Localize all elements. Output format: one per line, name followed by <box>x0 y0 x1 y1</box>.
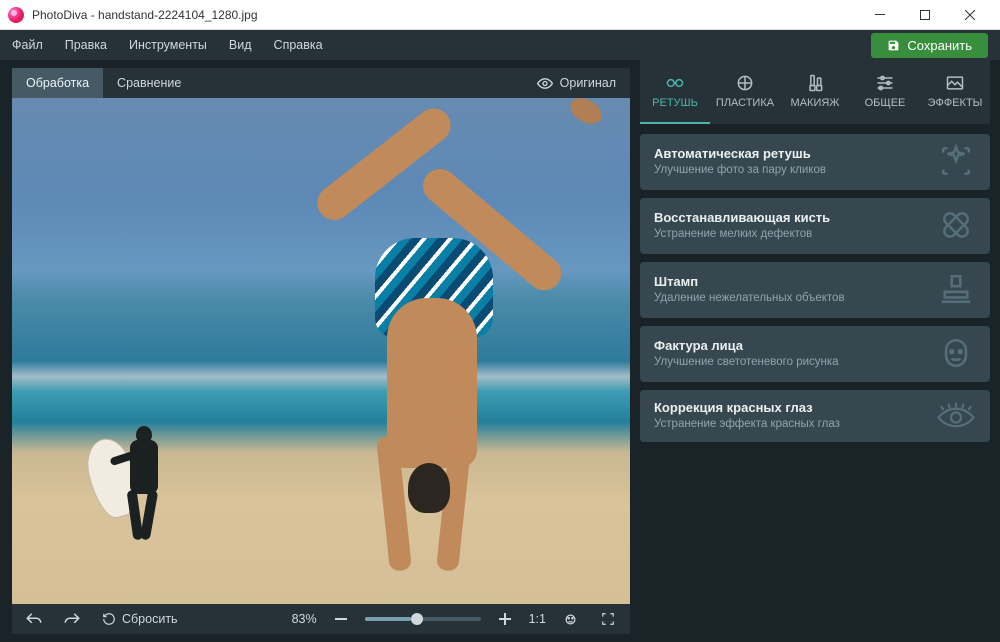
zoom-slider[interactable] <box>365 617 481 621</box>
mode-tabbar: РЕТУШЬ ПЛАСТИКА МАКИЯЖ ОБЩЕЕ ЭФФЕКТЫ <box>640 60 990 124</box>
zoom-1to1-button[interactable]: 1:1 <box>529 612 546 626</box>
left-tabbar: Обработка Сравнение Оригинал <box>12 68 630 98</box>
undo-button[interactable] <box>20 606 48 632</box>
fullscreen-icon <box>601 612 615 626</box>
original-toggle[interactable]: Оригинал <box>523 76 630 90</box>
undo-icon <box>25 612 43 626</box>
mode-tab-effects[interactable]: ЭФФЕКТЫ <box>920 60 990 124</box>
menu-view[interactable]: Вид <box>229 38 252 52</box>
app-root: Файл Правка Инструменты Вид Справка Сохр… <box>0 30 1000 642</box>
tool-red-eye[interactable]: Коррекция красных глаз Устранение эффект… <box>640 390 990 442</box>
window-titlebar: PhotoDiva - handstand-2224104_1280.jpg <box>0 0 1000 30</box>
tool-desc: Улучшение фото за пару кликов <box>654 164 826 176</box>
bandage-icon <box>936 208 976 242</box>
tool-desc: Улучшение светотеневого рисунка <box>654 356 839 368</box>
tool-healing-brush[interactable]: Восстанавливающая кисть Устранение мелки… <box>640 198 990 254</box>
minus-icon <box>335 618 347 620</box>
liquify-icon <box>735 73 755 93</box>
tool-title: Восстанавливающая кисть <box>654 210 830 225</box>
window-minimize-button[interactable] <box>857 1 902 29</box>
eye-rays-icon <box>936 401 976 429</box>
fullscreen-button[interactable] <box>594 606 622 632</box>
mode-tab-liquify[interactable]: ПЛАСТИКА <box>710 60 780 124</box>
redo-button[interactable] <box>58 606 86 632</box>
redo-icon <box>63 612 81 626</box>
save-button[interactable]: Сохранить <box>871 33 988 58</box>
right-pane: РЕТУШЬ ПЛАСТИКА МАКИЯЖ ОБЩЕЕ ЭФФЕКТЫ <box>640 60 1000 642</box>
menu-edit[interactable]: Правка <box>65 38 107 52</box>
canvas-bottombar: Сбросить 83% 1:1 <box>12 604 630 634</box>
tool-desc: Устранение мелких дефектов <box>654 228 830 240</box>
mode-tab-makeup[interactable]: МАКИЯЖ <box>780 60 850 124</box>
zoom-in-button[interactable] <box>491 606 519 632</box>
plus-icon <box>499 613 511 625</box>
face-fit-icon <box>563 612 578 627</box>
effects-icon <box>945 73 965 93</box>
window-close-button[interactable] <box>947 1 992 29</box>
reset-icon <box>102 612 116 626</box>
view-tabs: Обработка Сравнение <box>12 68 195 98</box>
tool-face-texture[interactable]: Фактура лица Улучшение светотеневого рис… <box>640 326 990 382</box>
stamp-icon <box>936 272 976 306</box>
window-controls <box>857 1 992 29</box>
window-title: PhotoDiva - handstand-2224104_1280.jpg <box>32 8 857 22</box>
fit-to-screen-button[interactable] <box>556 606 584 632</box>
mode-tab-label: РЕТУШЬ <box>652 97 698 109</box>
menu-file[interactable]: Файл <box>12 38 43 52</box>
tool-clone-stamp[interactable]: Штамп Удаление нежелательных объектов <box>640 262 990 318</box>
menubar: Файл Правка Инструменты Вид Справка Сохр… <box>0 30 1000 60</box>
face-icon <box>936 336 976 370</box>
original-toggle-label: Оригинал <box>560 76 616 90</box>
save-icon <box>887 39 900 52</box>
mode-tab-label: ОБЩЕЕ <box>865 97 906 109</box>
image-canvas[interactable] <box>12 98 630 604</box>
tool-auto-retouch[interactable]: Автоматическая ретушь Улучшение фото за … <box>640 134 990 190</box>
tool-title: Штамп <box>654 274 845 289</box>
tool-list: Автоматическая ретушь Улучшение фото за … <box>640 124 990 452</box>
reset-button-label: Сбросить <box>122 612 178 626</box>
reset-button[interactable]: Сбросить <box>96 612 184 626</box>
eye-icon <box>537 78 553 89</box>
retouch-icon <box>665 73 685 93</box>
sliders-icon <box>875 73 895 93</box>
canvas-decor <box>102 426 182 546</box>
left-pane: Обработка Сравнение Оригинал <box>0 60 640 642</box>
menubar-left: Файл Правка Инструменты Вид Справка <box>12 38 323 52</box>
zoom-value: 83% <box>292 612 317 626</box>
mode-tab-general[interactable]: ОБЩЕЕ <box>850 60 920 124</box>
mode-tab-retouch[interactable]: РЕТУШЬ <box>640 60 710 124</box>
menu-instruments[interactable]: Инструменты <box>129 38 207 52</box>
menu-help[interactable]: Справка <box>274 38 323 52</box>
tab-compare[interactable]: Сравнение <box>103 68 195 98</box>
window-maximize-button[interactable] <box>902 1 947 29</box>
mode-tab-label: МАКИЯЖ <box>791 97 840 109</box>
save-button-label: Сохранить <box>907 38 972 53</box>
tool-desc: Удаление нежелательных объектов <box>654 292 845 304</box>
tool-desc: Устранение эффекта красных глаз <box>654 418 840 430</box>
zoom-out-button[interactable] <box>327 606 355 632</box>
app-logo <box>8 7 24 23</box>
sparkle-icon <box>936 144 976 178</box>
workspace: Обработка Сравнение Оригинал <box>0 60 1000 642</box>
mode-tab-label: ЭФФЕКТЫ <box>928 97 983 109</box>
tool-title: Фактура лица <box>654 338 839 353</box>
tool-title: Коррекция красных глаз <box>654 400 840 415</box>
tool-title: Автоматическая ретушь <box>654 146 826 161</box>
tab-processing[interactable]: Обработка <box>12 68 103 98</box>
mode-tab-label: ПЛАСТИКА <box>716 97 774 109</box>
canvas-decor <box>317 108 537 578</box>
makeup-icon <box>805 73 825 93</box>
